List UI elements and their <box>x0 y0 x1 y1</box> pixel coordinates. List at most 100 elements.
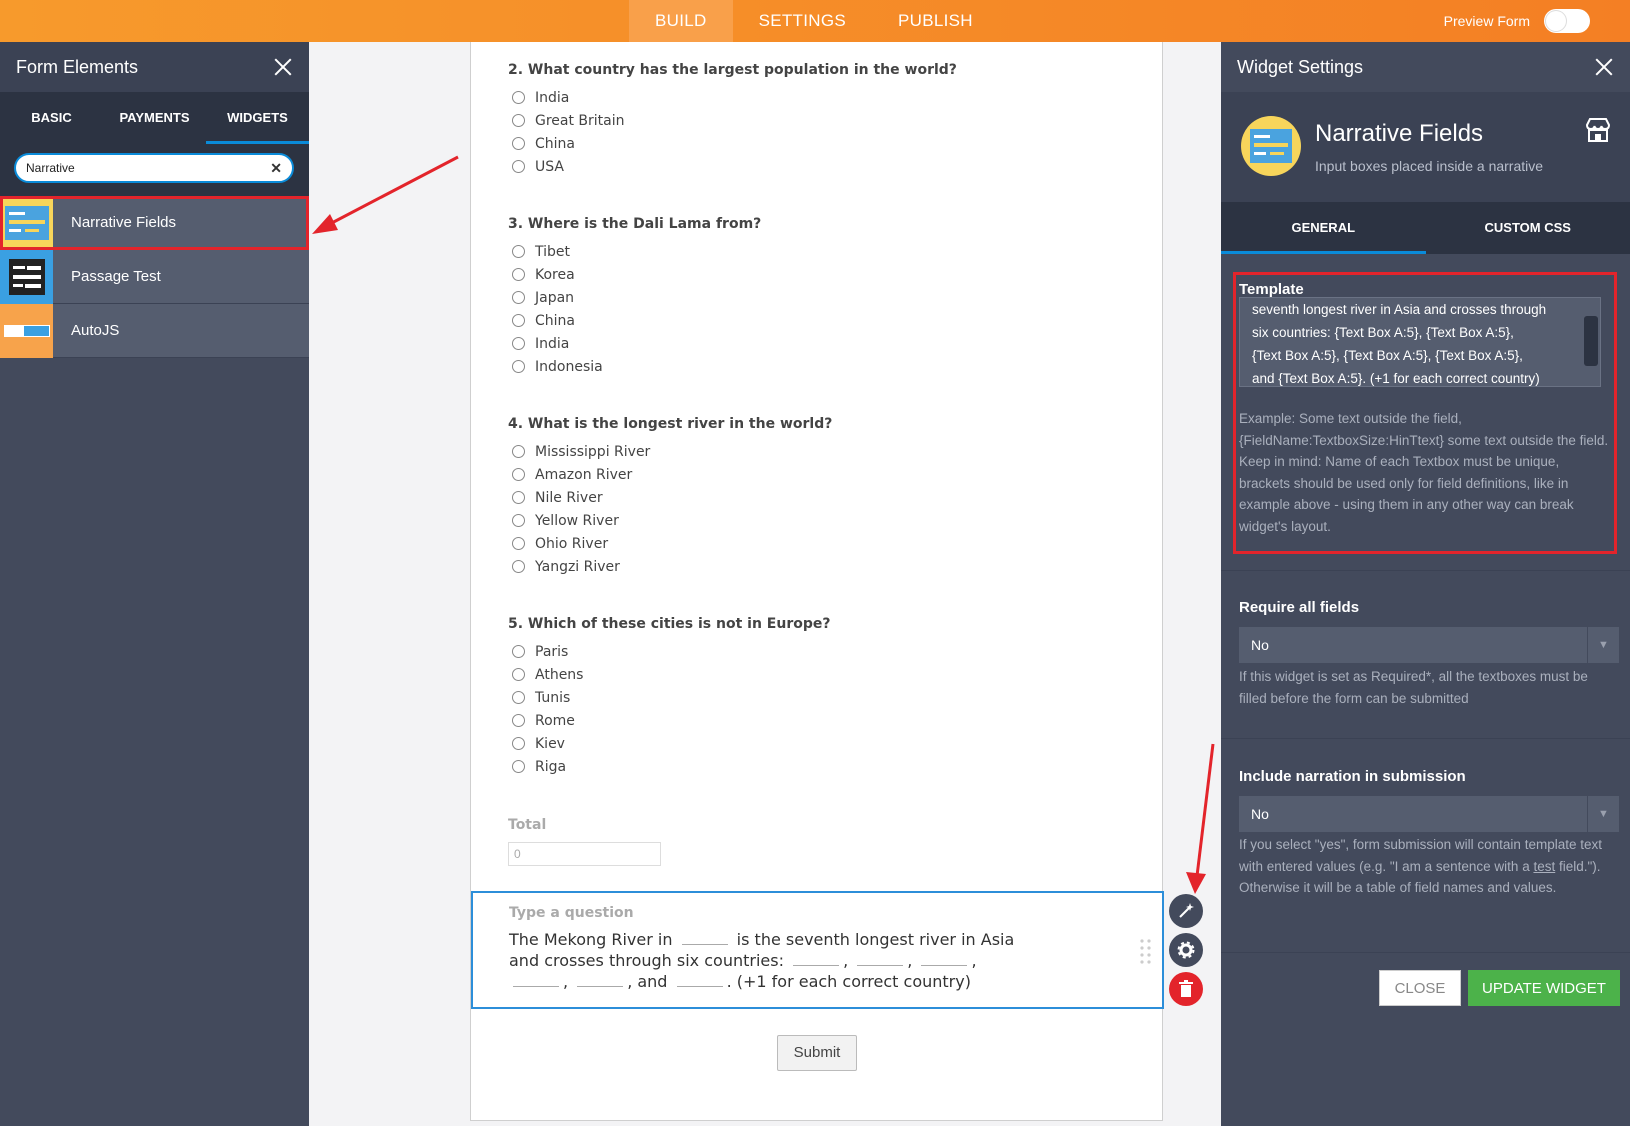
radio[interactable] <box>512 491 525 504</box>
option[interactable]: Ohio River <box>508 532 832 555</box>
narrative-segment: , <box>563 972 569 991</box>
narrative-blank[interactable] <box>793 952 840 966</box>
option-label: Nile River <box>535 489 603 506</box>
option[interactable]: Athens <box>508 663 831 686</box>
wizard-button[interactable] <box>1169 894 1203 928</box>
magic-wand-icon <box>1179 903 1194 918</box>
radio[interactable] <box>512 360 525 373</box>
require-fields-select[interactable]: No ▼ <box>1239 627 1619 663</box>
radio[interactable] <box>512 291 525 304</box>
textarea-scrollbar[interactable] <box>1584 316 1598 366</box>
narrative-blank[interactable] <box>513 973 559 987</box>
close-button[interactable]: CLOSE <box>1379 970 1461 1006</box>
radio[interactable] <box>512 691 525 704</box>
option[interactable]: Tunis <box>508 686 831 709</box>
divider <box>1221 952 1630 953</box>
question-title: 3. Where is the Dali Lama from? <box>508 216 762 232</box>
radio[interactable] <box>512 445 525 458</box>
radio[interactable] <box>512 560 525 573</box>
option[interactable]: Great Britain <box>508 109 957 132</box>
narrative-segment: , <box>907 951 913 970</box>
narrative-blank[interactable] <box>681 931 728 945</box>
option[interactable]: Paris <box>508 640 831 663</box>
option-label: Riga <box>535 758 567 775</box>
update-widget-button[interactable]: UPDATE WIDGET <box>1468 970 1620 1006</box>
include-narration-title: Include narration in submission <box>1239 768 1466 785</box>
option[interactable]: Mississippi River <box>508 440 832 463</box>
narrative-segment: , <box>843 951 849 970</box>
narrative-question-title[interactable]: Type a question <box>509 905 634 921</box>
total-input[interactable]: 0 <box>508 842 661 866</box>
drag-handle-icon[interactable] <box>1139 938 1153 966</box>
option-label: Japan <box>535 289 575 306</box>
radio[interactable] <box>512 91 525 104</box>
option-label: Korea <box>535 266 575 283</box>
template-textarea[interactable]: seventh longest river in Asia and crosse… <box>1239 297 1601 387</box>
option-label: Kiev <box>535 735 565 752</box>
option[interactable]: Japan <box>508 286 761 309</box>
narrative-blank[interactable] <box>577 973 624 987</box>
radio[interactable] <box>512 160 525 173</box>
option[interactable]: Yangzi River <box>508 555 832 578</box>
question-3: 3. Where is the Dali Lama from? Tibet Ko… <box>508 216 761 378</box>
template-help: Example: Some text outside the field, {F… <box>1239 411 1609 534</box>
option[interactable]: Korea <box>508 263 761 286</box>
narrative-blank[interactable] <box>676 973 723 987</box>
submit-button[interactable]: Submit <box>777 1035 857 1071</box>
radio[interactable] <box>512 468 525 481</box>
option-label: Ohio River <box>535 535 609 552</box>
properties-button[interactable] <box>1169 933 1203 967</box>
option-label: Amazon River <box>535 466 633 483</box>
total-label: Total <box>508 817 547 833</box>
option-label: Great Britain <box>535 112 625 129</box>
option[interactable]: Nile River <box>508 486 832 509</box>
option[interactable]: India <box>508 86 957 109</box>
include-narration-select[interactable]: No ▼ <box>1239 796 1619 832</box>
radio[interactable] <box>512 668 525 681</box>
template-line: seventh longest river in Asia and crosse… <box>1252 302 1547 317</box>
require-fields-help: If this widget is set as Required*, all … <box>1239 669 1588 706</box>
option-label: USA <box>535 158 564 175</box>
radio[interactable] <box>512 714 525 727</box>
option[interactable]: USA <box>508 155 957 178</box>
radio[interactable] <box>512 514 525 527</box>
narrative-field-widget[interactable]: Type a question The Mekong River in is t… <box>471 891 1164 1009</box>
question-title: 2. What country has the largest populati… <box>508 62 957 78</box>
chevron-down-icon: ▼ <box>1587 627 1619 663</box>
option-label: Mississippi River <box>535 443 651 460</box>
radio[interactable] <box>512 245 525 258</box>
option[interactable]: China <box>508 309 761 332</box>
narrative-segment: . (+1 for each correct country) <box>726 972 971 991</box>
radio[interactable] <box>512 737 525 750</box>
question-title: 5. Which of these cities is not in Europ… <box>508 616 831 632</box>
radio[interactable] <box>512 337 525 350</box>
narrative-blank[interactable] <box>921 952 968 966</box>
option[interactable]: Tibet <box>508 240 761 263</box>
radio[interactable] <box>512 537 525 550</box>
narrative-blank[interactable] <box>857 952 904 966</box>
option[interactable]: China <box>508 132 957 155</box>
radio[interactable] <box>512 268 525 281</box>
radio[interactable] <box>512 645 525 658</box>
select-value: No <box>1251 806 1269 822</box>
option-label: Indonesia <box>535 358 603 375</box>
radio[interactable] <box>512 760 525 773</box>
option[interactable]: Indonesia <box>508 355 761 378</box>
option[interactable]: India <box>508 332 761 355</box>
gear-icon <box>1177 941 1195 959</box>
option[interactable]: Rome <box>508 709 831 732</box>
radio[interactable] <box>512 314 525 327</box>
divider <box>1221 738 1630 739</box>
option[interactable]: Amazon River <box>508 463 832 486</box>
radio[interactable] <box>512 114 525 127</box>
delete-button[interactable] <box>1169 972 1203 1006</box>
template-line: six countries: {Text Box A:5}, {Text Box… <box>1252 325 1514 340</box>
question-4: 4. What is the longest river in the worl… <box>508 416 832 578</box>
template-line: and {Text Box A:5}. (+1 for each correct… <box>1252 371 1540 386</box>
option[interactable]: Yellow River <box>508 509 832 532</box>
radio[interactable] <box>512 137 525 150</box>
help-link[interactable]: test <box>1533 859 1555 874</box>
option[interactable]: Kiev <box>508 732 831 755</box>
option[interactable]: Riga <box>508 755 831 778</box>
narrative-segment: , <box>971 951 977 970</box>
